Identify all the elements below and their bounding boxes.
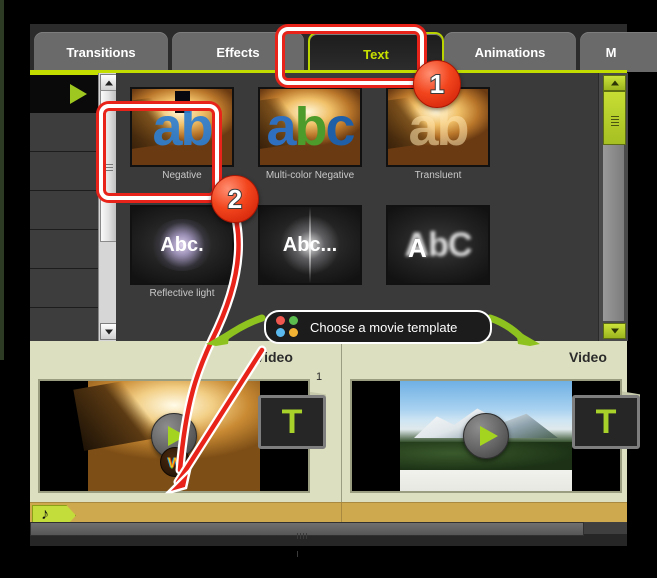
scrollbar-thumb[interactable] (603, 91, 626, 145)
track-label: Video (255, 349, 293, 365)
caret-up-icon (104, 80, 113, 85)
text-button-label: T (281, 403, 303, 441)
tab-label: Transitions (66, 44, 136, 60)
tab-more[interactable]: M (580, 32, 657, 72)
scroll-up-button[interactable] (100, 74, 117, 91)
effects-work-area: ab Negative abc Multi-color Negative ab (30, 73, 628, 347)
play-icon (70, 84, 87, 104)
track-label: Video (569, 349, 607, 365)
category-list-item-selected[interactable] (30, 73, 98, 115)
grip-icon (297, 526, 311, 557)
tab-bar: Transitions Effects Text Animations M (30, 24, 657, 74)
add-text-button[interactable]: T (572, 395, 640, 449)
category-list-item[interactable] (30, 191, 98, 230)
step-badge-2: 2 (211, 175, 259, 223)
tab-animations[interactable]: Animations (444, 32, 576, 72)
scrollbar-track[interactable] (603, 145, 624, 321)
effect-item-negative[interactable]: ab Negative (130, 87, 234, 181)
scroll-down-button[interactable] (603, 323, 626, 339)
grip-icon (610, 114, 619, 126)
timeline: Video 1 W T Video T ♪ (30, 341, 640, 526)
category-list-item[interactable] (30, 152, 98, 191)
tab-label: Animations (474, 44, 546, 60)
track-number: 1 (316, 371, 323, 383)
badge-number: 2 (227, 183, 244, 215)
effect-label: Multi-color Negative (265, 170, 355, 181)
tab-transitions[interactable]: Transitions (34, 32, 168, 72)
timeline-clip-1[interactable]: Video 1 W T (30, 341, 342, 502)
left-green-edge (0, 0, 4, 360)
timeline-clip-2[interactable]: Video T (342, 341, 640, 502)
play-icon[interactable] (463, 413, 509, 459)
tab-label: M (605, 44, 617, 60)
thumbnail-art-text: AbC (404, 225, 473, 264)
tab-effects[interactable]: Effects (172, 32, 304, 72)
thumbnail-art-text: Abc. (160, 233, 204, 256)
scrollbar-thumb[interactable] (100, 90, 117, 242)
effect-thumbnail: ab (130, 87, 234, 167)
caret-down-icon (610, 328, 619, 334)
thumbnail-art-text: abc (266, 97, 355, 157)
effect-thumbnail: Abc... (258, 205, 362, 285)
category-list-panel (30, 73, 98, 347)
effect-label: Reflective light (149, 288, 215, 299)
grip-icon (104, 162, 113, 171)
fx-icon[interactable]: W (160, 447, 190, 477)
add-text-button[interactable]: T (258, 395, 326, 449)
effect-item-blur[interactable]: AbC A (386, 205, 490, 288)
effect-item-sparkle[interactable]: Abc... (258, 205, 362, 288)
tab-label: Text (363, 46, 389, 62)
caret-down-icon (104, 329, 113, 334)
category-list-item[interactable] (30, 230, 98, 269)
text-button-label: T (595, 403, 617, 441)
timeline-horizontal-scrollbar[interactable] (30, 522, 627, 557)
tooltip-label: Choose a movie template (310, 319, 458, 335)
effect-thumbnail: AbC A (386, 205, 490, 285)
effect-thumbnail: abc (258, 87, 362, 167)
scroll-up-button[interactable] (603, 75, 626, 91)
effect-item-reflective-light[interactable]: Abc. Reflective light (130, 205, 234, 299)
category-list-item[interactable] (30, 113, 98, 152)
thumbnail-art-accent: A (408, 233, 427, 263)
step-badge-1: 1 (413, 60, 461, 108)
scroll-down-button[interactable] (100, 323, 117, 340)
thumbnail-art-text: ab (152, 97, 213, 157)
effects-grid-scrollbar[interactable] (598, 73, 628, 341)
category-list-item[interactable] (30, 269, 98, 308)
category-list-scrollbar[interactable] (98, 73, 117, 341)
effect-label: Transluent (414, 170, 462, 181)
video-editor-window: Transitions Effects Text Animations M ab… (30, 24, 657, 557)
movie-template-tooltip[interactable]: Choose a movie template (264, 310, 492, 344)
effect-item-multicolor-negative[interactable]: abc Multi-color Negative (258, 87, 362, 181)
badge-number: 1 (429, 68, 446, 100)
effects-grid: ab Negative abc Multi-color Negative ab (116, 73, 598, 341)
effect-label: Negative (162, 170, 202, 181)
left-black-strip (0, 0, 30, 578)
caret-up-icon (610, 80, 619, 86)
four-dots-icon (276, 316, 302, 338)
screenshot-root: Transitions Effects Text Animations M ab… (0, 0, 657, 578)
scrollbar-thumb[interactable] (30, 522, 584, 557)
tab-label: Effects (216, 44, 260, 60)
thumbnail-art-text: Abc... (282, 233, 338, 256)
